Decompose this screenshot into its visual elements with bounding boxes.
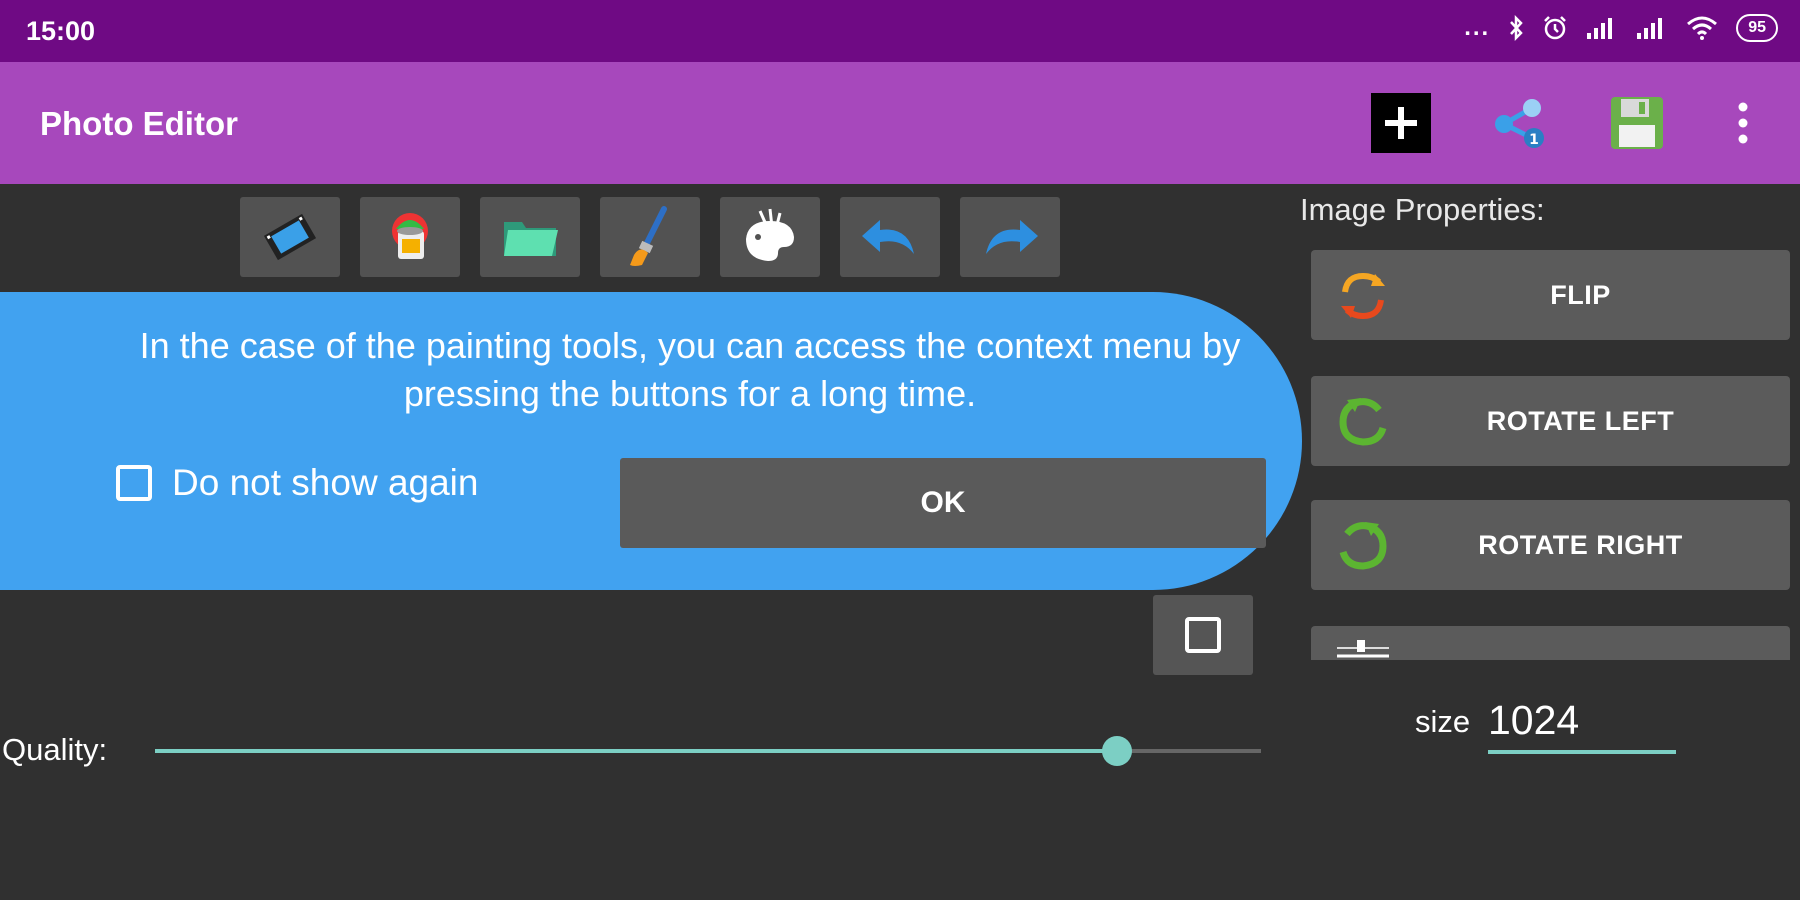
more-notifications-icon: ... — [1464, 14, 1491, 41]
slider-thumb[interactable] — [1102, 736, 1133, 766]
quality-label: Quality: — [2, 732, 108, 767]
checkbox-box — [1185, 617, 1221, 653]
paint-bucket-icon — [392, 213, 428, 259]
undo-button[interactable] — [840, 197, 940, 277]
dialog-message: In the case of the painting tools, you c… — [139, 325, 1241, 414]
rotate-left-button[interactable]: ROTATE LEFT — [1311, 376, 1790, 466]
folder-tool-button[interactable] — [480, 197, 580, 277]
save-button[interactable] — [1606, 92, 1668, 154]
status-bar: 15:00 ... 95 — [0, 0, 1800, 62]
alarm-icon — [1544, 16, 1567, 40]
slider-fill — [155, 749, 1118, 753]
bluetooth-icon — [1510, 15, 1523, 41]
tip-dialog: In the case of the painting tools, you c… — [0, 292, 1302, 590]
status-time: 15:00 — [26, 16, 96, 46]
battery-icon: 95 — [1736, 14, 1778, 42]
video-tool-button[interactable] — [240, 197, 340, 277]
more-icon — [1738, 102, 1748, 144]
share-icon: 1 — [1495, 99, 1544, 148]
save-icon — [1611, 97, 1663, 149]
signal-icon — [1587, 18, 1613, 39]
app-title: Photo Editor — [40, 105, 238, 142]
more-options-button[interactable] — [1712, 92, 1774, 154]
share-button[interactable]: 1 — [1490, 92, 1552, 154]
folder-icon — [504, 222, 558, 256]
paint-bucket-tool-button[interactable] — [360, 197, 460, 277]
palette-tool-button[interactable] — [720, 197, 820, 277]
svg-text:1: 1 — [1529, 132, 1539, 148]
flip-label: FLIP — [1550, 279, 1611, 310]
add-button[interactable] — [1370, 92, 1432, 154]
checkbox-label: Do not show again — [172, 462, 479, 503]
tool-toolbar — [240, 197, 1060, 277]
image-properties-title: Image Properties: — [1300, 192, 1545, 227]
redo-icon — [986, 220, 1038, 254]
video-icon — [263, 213, 317, 261]
brush-icon — [630, 206, 667, 266]
checkbox-box[interactable] — [116, 465, 152, 501]
ok-button[interactable]: OK — [620, 458, 1266, 548]
signal-icon — [1637, 18, 1663, 39]
adjust-button[interactable] — [1311, 626, 1790, 660]
toggle-checkbox-button[interactable] — [1153, 595, 1253, 675]
flip-button[interactable]: FLIP — [1311, 250, 1790, 340]
redo-button[interactable] — [960, 197, 1060, 277]
adjust-icon — [1337, 640, 1389, 658]
wifi-icon — [1687, 16, 1718, 40]
rotate-left-label: ROTATE LEFT — [1486, 405, 1675, 436]
add-icon — [1371, 93, 1431, 153]
size-label: size — [1415, 704, 1471, 739]
rotate-right-button[interactable]: ROTATE RIGHT — [1311, 500, 1790, 590]
rotate-right-label: ROTATE RIGHT — [1478, 529, 1683, 560]
do-not-show-again-checkbox[interactable]: Do not show again — [116, 462, 478, 504]
app-bar: Photo Editor 1 — [0, 62, 1800, 184]
palette-icon — [746, 208, 794, 261]
undo-icon — [862, 220, 914, 254]
size-input[interactable] — [1488, 690, 1676, 754]
status-icons: ... 95 — [1464, 14, 1778, 42]
quality-slider[interactable] — [155, 736, 1261, 766]
brush-tool-button[interactable] — [600, 197, 700, 277]
